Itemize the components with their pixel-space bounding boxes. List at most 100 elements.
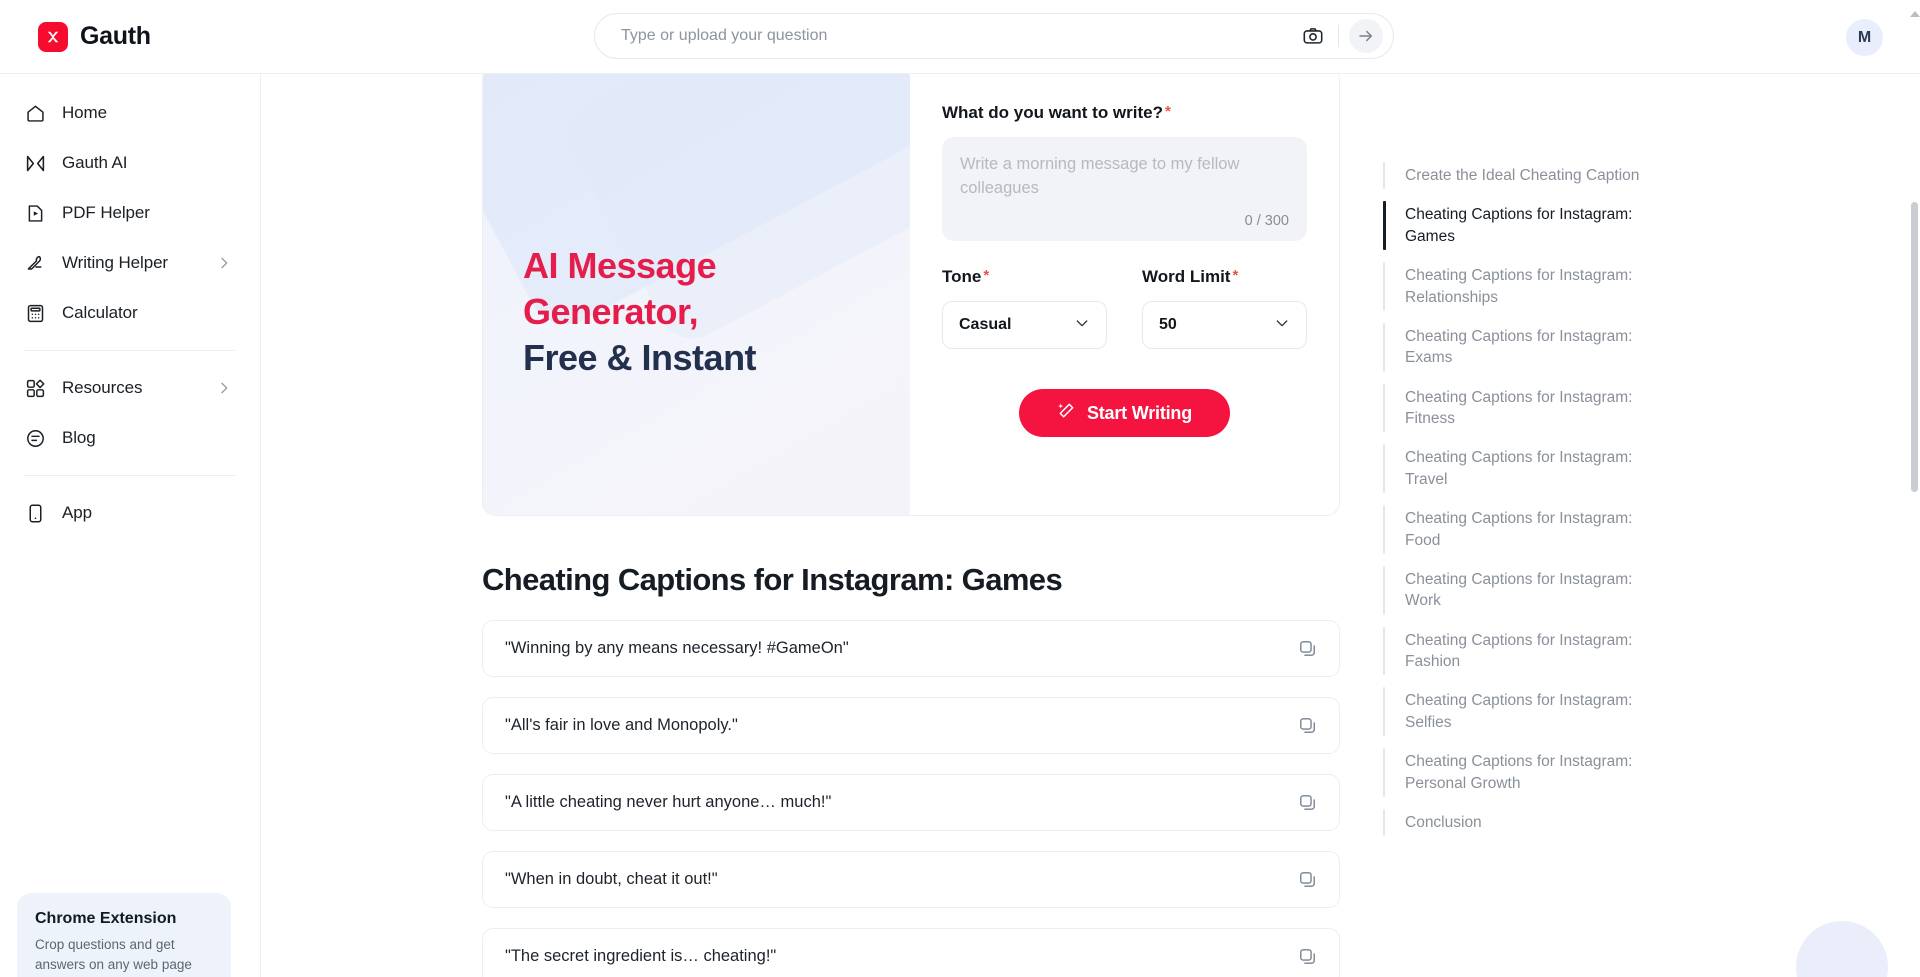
sidebar-item-label: Writing Helper <box>62 253 168 272</box>
toc-item[interactable]: Create the Ideal Cheating Caption <box>1383 156 1653 195</box>
copy-icon[interactable] <box>1295 714 1319 738</box>
caption-card[interactable]: "When in doubt, cheat it out!" <box>482 851 1340 908</box>
chevron-down-icon <box>1274 315 1290 336</box>
toc-item-active[interactable]: Cheating Captions for Instagram: Games <box>1383 195 1653 256</box>
caption-card[interactable]: "The secret ingredient is… cheating!" <box>482 928 1340 977</box>
toc-item[interactable]: Cheating Captions for Instagram: Fashion <box>1383 621 1653 682</box>
toc-item[interactable]: Cheating Captions for Instagram: Exams <box>1383 317 1653 378</box>
sidebar-item-label: Resources <box>62 378 143 397</box>
sidebar-item-gauth-ai[interactable]: Gauth AI <box>24 138 236 188</box>
left-sidebar: Home Gauth AI PDF Helper Writing Helper <box>0 74 261 977</box>
avatar[interactable]: M <box>1846 19 1883 56</box>
word-limit-label-text: Word Limit <box>1142 267 1231 286</box>
caption-card[interactable]: "All's fair in love and Monopoly." <box>482 697 1340 754</box>
scroll-up-arrow-icon[interactable] <box>1910 8 1920 17</box>
toc-item[interactable]: Cheating Captions for Instagram: Persona… <box>1383 742 1653 803</box>
search-box <box>594 13 1394 59</box>
toc-item[interactable]: Cheating Captions for Instagram: Food <box>1383 499 1653 560</box>
sidebar-divider-2 <box>24 475 236 476</box>
caption-card[interactable]: "Winning by any means necessary! #GameOn… <box>482 620 1340 677</box>
chevron-right-icon <box>216 380 232 396</box>
brand-logo[interactable]: Gauth <box>38 21 151 52</box>
sidebar-item-label: Calculator <box>62 303 138 322</box>
pencil-icon <box>24 252 46 274</box>
prompt-input[interactable]: Write a morning message to my fellow col… <box>942 137 1307 241</box>
sidebar-item-label: Gauth AI <box>62 153 128 172</box>
hero-line-2: Generator, <box>523 291 699 333</box>
hero-line-3: Free & Instant <box>523 336 757 378</box>
caption-text: "When in doubt, cheat it out!" <box>505 870 718 888</box>
grid-icon <box>24 377 46 399</box>
caption-text: "Winning by any means necessary! #GameOn… <box>505 639 849 657</box>
character-counter: 0 / 300 <box>1244 213 1289 229</box>
cta-row: Start Writing <box>942 389 1307 437</box>
required-asterisk: * <box>1164 103 1171 120</box>
gauth-x-logo-icon <box>38 21 68 52</box>
word-limit-label: Word Limit * <box>1142 267 1307 287</box>
message-icon <box>24 427 46 449</box>
mobile-phone-icon <box>24 502 46 524</box>
sidebar-item-pdf-helper[interactable]: PDF Helper <box>24 188 236 238</box>
tone-selected-value: Casual <box>959 316 1012 333</box>
promo-subtitle: Crop questions and get answers on any we… <box>35 937 192 972</box>
scrollbar-thumb[interactable] <box>1911 202 1918 492</box>
caption-text: "The secret ingredient is… cheating!" <box>505 947 777 965</box>
copy-icon[interactable] <box>1295 791 1319 815</box>
toc-item[interactable]: Cheating Captions for Instagram: Selfies <box>1383 681 1653 742</box>
tone-label-text: Tone <box>942 267 982 286</box>
caption-card[interactable]: "A little cheating never hurt anyone… mu… <box>482 774 1340 831</box>
sidebar-item-label: PDF Helper <box>62 203 150 222</box>
required-asterisk: * <box>983 267 990 284</box>
toc-item[interactable]: Cheating Captions for Instagram: Work <box>1383 560 1653 621</box>
table-of-contents: Create the Ideal Cheating Caption Cheati… <box>1383 156 1653 842</box>
caption-text: "All's fair in love and Monopoly." <box>505 716 738 734</box>
sidebar-item-app[interactable]: App <box>24 488 236 538</box>
tone-select[interactable]: Casual <box>942 301 1107 349</box>
generator-options-row: Tone * Casual Word Limit * 50 <box>942 267 1307 349</box>
brand-name: Gauth <box>80 22 151 50</box>
sidebar-item-blog[interactable]: Blog <box>24 413 236 463</box>
page-scrollbar[interactable] <box>1909 11 1920 977</box>
copy-icon[interactable] <box>1295 868 1319 892</box>
main-content: AI Message Generator, Free & Instant Wha… <box>261 74 1920 977</box>
search-divider <box>1338 25 1339 47</box>
caption-text: "A little cheating never hurt anyone… mu… <box>505 793 832 811</box>
copy-icon[interactable] <box>1295 945 1319 969</box>
page-title: AI Message Generator, Free & Instant <box>483 243 757 380</box>
hero-line-1: AI Message <box>523 245 717 287</box>
sidebar-item-calculator[interactable]: Calculator <box>24 288 236 338</box>
start-writing-label: Start Writing <box>1086 402 1193 423</box>
toc-item[interactable]: Conclusion <box>1383 803 1653 842</box>
chevron-down-icon <box>1074 315 1090 336</box>
content-column: AI Message Generator, Free & Instant Wha… <box>482 74 1340 977</box>
pdf-file-icon <box>24 202 46 224</box>
calculator-icon <box>24 302 46 324</box>
camera-icon[interactable] <box>1298 21 1328 51</box>
global-search <box>594 13 1394 59</box>
tone-group: Tone * Casual <box>942 267 1107 349</box>
generator-hero-panel: AI Message Generator, Free & Instant <box>483 74 910 515</box>
prompt-placeholder: Write a morning message to my fellow col… <box>960 155 1240 197</box>
chevron-right-icon <box>216 255 232 271</box>
toc-item[interactable]: Cheating Captions for Instagram: Fitness <box>1383 378 1653 439</box>
search-input[interactable] <box>621 27 1298 45</box>
toc-item[interactable]: Cheating Captions for Instagram: Relatio… <box>1383 256 1653 317</box>
toc-item[interactable]: Cheating Captions for Instagram: Travel <box>1383 438 1653 499</box>
chrome-extension-promo[interactable]: Chrome Extension Crop questions and get … <box>17 893 231 977</box>
search-submit-button[interactable] <box>1349 19 1383 53</box>
floating-chat-bubble[interactable] <box>1796 921 1888 977</box>
gauth-ai-icon <box>24 152 46 174</box>
copy-icon[interactable] <box>1295 637 1319 661</box>
sidebar-item-label: App <box>62 503 92 522</box>
sidebar-item-home[interactable]: Home <box>24 88 236 138</box>
top-bar: Gauth M <box>0 0 1920 74</box>
prompt-label: What do you want to write? * <box>942 103 1307 123</box>
word-limit-select[interactable]: 50 <box>1142 301 1307 349</box>
start-writing-button[interactable]: Start Writing <box>1018 389 1231 437</box>
magic-wand-icon <box>1057 401 1076 425</box>
sidebar-item-writing-helper[interactable]: Writing Helper <box>24 238 236 288</box>
word-limit-selected-value: 50 <box>1159 316 1177 333</box>
sidebar-item-resources[interactable]: Resources <box>24 363 236 413</box>
prompt-label-text: What do you want to write? <box>942 103 1163 122</box>
sidebar-divider-1 <box>24 350 236 351</box>
